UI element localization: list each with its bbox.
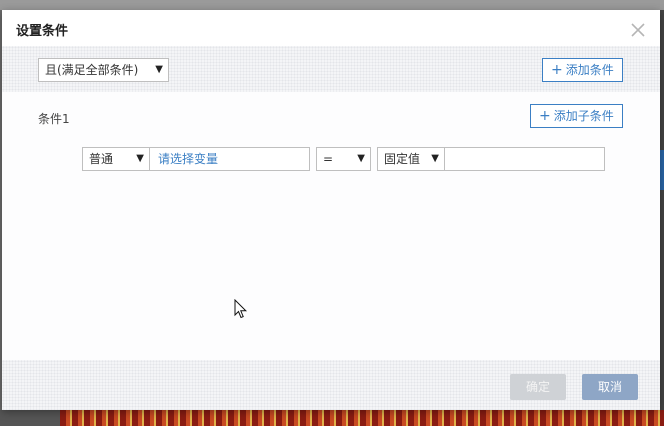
chevron-down-icon: ▼ <box>155 64 163 75</box>
condition-type-value: 普通 <box>89 152 114 166</box>
mouse-pointer-icon <box>234 298 248 319</box>
add-sub-condition-button[interactable]: + 添加子条件 <box>530 104 623 128</box>
condition-body: 条件1 + 添加子条件 普通 ▼ 请选择变量 = ▼ 固定值 ▼ <box>2 92 660 360</box>
operator-value: = <box>323 152 334 166</box>
dialog-header: 设置条件 <box>2 10 660 46</box>
condition-type-select[interactable]: 普通 ▼ <box>82 147 150 171</box>
condition-label: 条件1 <box>38 112 70 126</box>
variable-input[interactable]: 请选择变量 <box>149 147 310 171</box>
dialog-footer: 确定 取消 <box>2 360 660 410</box>
logic-select[interactable]: 且(满足全部条件) ▼ <box>38 58 169 82</box>
backdrop-bottom-left <box>0 410 60 426</box>
cancel-button[interactable]: 取消 <box>582 374 638 400</box>
backdrop-right-accent <box>660 150 664 190</box>
plus-icon: + <box>551 62 563 78</box>
chevron-down-icon: ▼ <box>136 153 144 164</box>
chevron-down-icon: ▼ <box>357 153 365 164</box>
plus-icon: + <box>539 108 551 124</box>
variable-placeholder: 请选择变量 <box>158 152 219 166</box>
backdrop-top <box>0 0 664 10</box>
operator-select[interactable]: = ▼ <box>316 147 371 171</box>
add-sub-condition-label: 添加子条件 <box>553 109 614 123</box>
condition-logic-bar: 且(满足全部条件) ▼ + 添加条件 <box>2 46 660 92</box>
chevron-down-icon: ▼ <box>431 153 439 164</box>
add-condition-button[interactable]: + 添加条件 <box>542 58 623 82</box>
value-input[interactable] <box>444 147 605 171</box>
dialog-title: 设置条件 <box>16 24 69 39</box>
backdrop-bottom <box>0 410 664 426</box>
confirm-button[interactable]: 确定 <box>510 374 566 400</box>
set-condition-dialog: 设置条件 且(满足全部条件) ▼ + 添加条件 条件1 + 添加子条件 普通 ▼ 请… <box>2 10 660 410</box>
add-condition-label: 添加条件 <box>565 63 614 77</box>
backdrop-right <box>660 10 664 410</box>
value-type-select[interactable]: 固定值 ▼ <box>377 147 445 171</box>
value-type-value: 固定值 <box>384 152 421 166</box>
close-icon[interactable] <box>629 21 647 39</box>
logic-select-value: 且(满足全部条件) <box>45 63 139 77</box>
